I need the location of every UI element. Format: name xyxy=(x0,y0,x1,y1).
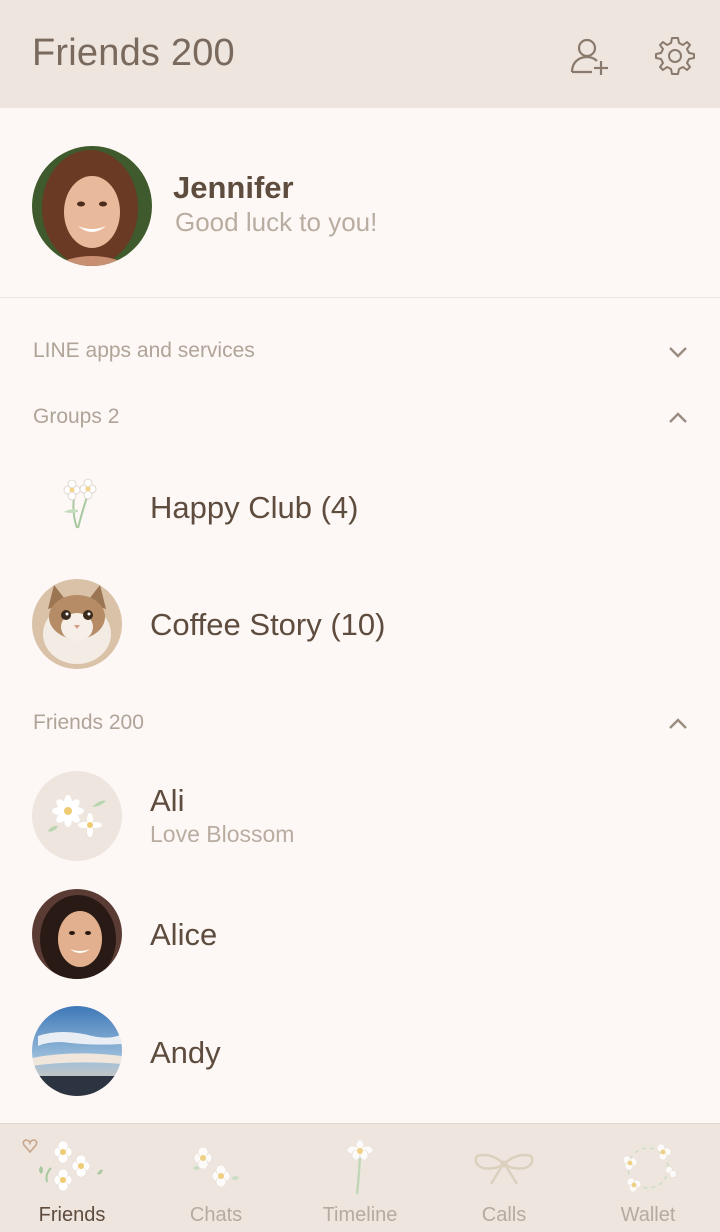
group-name: Happy Club (4) xyxy=(150,490,359,525)
tab-calls[interactable]: Calls xyxy=(432,1124,576,1232)
friend-name: Ali xyxy=(150,783,185,818)
single-flower-icon xyxy=(346,1139,374,1195)
bottom-tab-bar: Friends Chats Timeline Calls Wallet xyxy=(0,1123,720,1232)
friend-name: Alice xyxy=(150,917,218,952)
section-label-friends[interactable]: Friends 200 xyxy=(33,711,144,735)
tab-label: Calls xyxy=(481,1204,527,1226)
tab-label: Chats xyxy=(189,1204,243,1226)
my-profile[interactable]: Jennifer Good luck to you! xyxy=(0,108,720,298)
group-name: Coffee Story (10) xyxy=(150,607,386,642)
tab-timeline[interactable]: Timeline xyxy=(288,1124,432,1232)
section-label-services[interactable]: LINE apps and services xyxy=(33,339,255,363)
avatar xyxy=(32,889,122,979)
ribbon-icon xyxy=(474,1153,534,1185)
daisy-bouquet-icon xyxy=(39,1140,103,1192)
chevron-up-icon[interactable] xyxy=(666,410,690,426)
friend-status-message: Love Blossom xyxy=(150,821,295,847)
daisy-icon xyxy=(48,795,106,837)
friend-name: Andy xyxy=(150,1035,221,1070)
flower-wreath-icon xyxy=(622,1143,677,1193)
flower-icon xyxy=(63,478,97,529)
app-header: Friends 200 xyxy=(0,0,720,108)
chevron-up-icon[interactable] xyxy=(666,716,690,732)
section-label-groups[interactable]: Groups 2 xyxy=(33,405,119,429)
tab-label: Timeline xyxy=(322,1204,398,1226)
profile-status-message: Good luck to you! xyxy=(175,207,378,237)
avatar xyxy=(32,579,122,669)
heart-icon xyxy=(22,1138,38,1159)
profile-name: Jennifer xyxy=(173,170,294,205)
tab-label: Wallet xyxy=(620,1204,676,1226)
chevron-down-icon[interactable] xyxy=(666,344,690,360)
add-user-icon[interactable] xyxy=(568,34,612,78)
avatar xyxy=(32,771,122,861)
page-title: Friends 200 xyxy=(32,32,235,74)
daisy-pair-icon xyxy=(193,1146,239,1188)
gear-icon[interactable] xyxy=(653,34,697,78)
tab-label: Friends xyxy=(38,1204,106,1226)
avatar[interactable] xyxy=(32,146,152,266)
tab-chats[interactable]: Chats xyxy=(144,1124,288,1232)
avatar xyxy=(32,1006,122,1096)
tab-wallet[interactable]: Wallet xyxy=(576,1124,720,1232)
